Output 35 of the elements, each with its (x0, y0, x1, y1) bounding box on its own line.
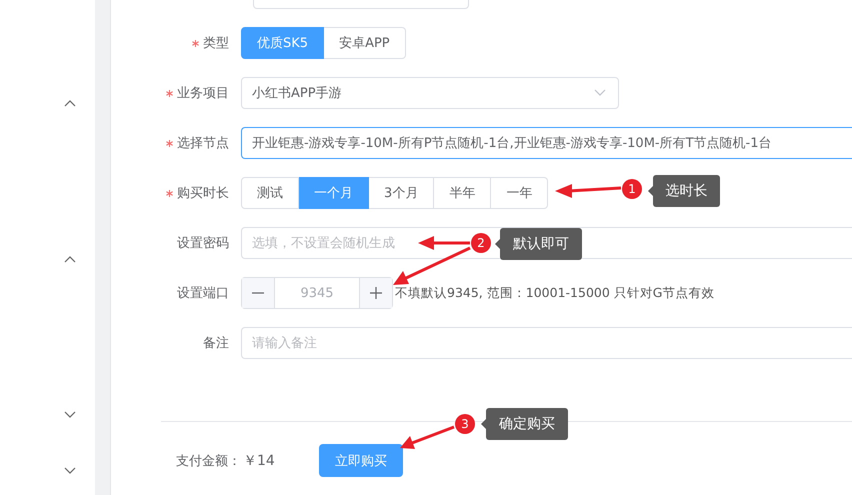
amount-value: ￥14 (243, 452, 275, 470)
field-label: 业务项目 (177, 85, 229, 102)
segment-button[interactable]: 安卓APP (324, 27, 406, 59)
arrow (400, 426, 455, 449)
segment-button[interactable]: 测试 (241, 177, 299, 209)
callout-tooltip: 确定购买 (486, 408, 568, 440)
required-asterisk-icon (192, 40, 199, 46)
hint-text: 不填默认9345, 范围：10001-15000 只针对G节点有效 (395, 284, 714, 302)
segment-button[interactable]: 3个月 (369, 177, 434, 209)
field-label: 设置密码 (177, 235, 229, 252)
field-label: 设置端口 (177, 285, 229, 302)
field-label: 购买时长 (177, 185, 229, 202)
chevron-up-icon[interactable] (64, 255, 76, 263)
field-label: 选择节点 (177, 135, 229, 152)
chevron-down-icon[interactable] (64, 467, 76, 475)
input-field[interactable]: 开业钜惠-游戏专享-10M-所有P节点随机-1台,开业钜惠-游戏专享-10M-所有T节点随机-1台 (241, 127, 852, 159)
required-asterisk-icon (166, 90, 173, 96)
chevron-up-icon[interactable] (64, 99, 76, 107)
arrow (555, 184, 622, 198)
chevron-down-icon[interactable] (64, 411, 76, 419)
callout-tooltip: 选时长 (653, 175, 720, 207)
step-badge: 2 (471, 233, 491, 253)
segment-button[interactable]: 半年 (434, 177, 492, 209)
required-asterisk-icon (166, 140, 173, 146)
field-label: 类型 (203, 35, 229, 52)
step-badge: 1 (622, 179, 642, 199)
segment-button[interactable]: 一年 (491, 177, 548, 209)
input-field[interactable] (253, 0, 469, 9)
chevron-down-icon (594, 89, 606, 97)
required-asterisk-icon (166, 190, 173, 196)
select-field[interactable]: 小红书APP手游 (241, 77, 619, 109)
step-badge: 3 (455, 414, 475, 434)
callout-tooltip: 默认即可 (500, 228, 582, 260)
amount-label: 支付金额： (176, 452, 241, 470)
field-label: 备注 (203, 335, 229, 352)
